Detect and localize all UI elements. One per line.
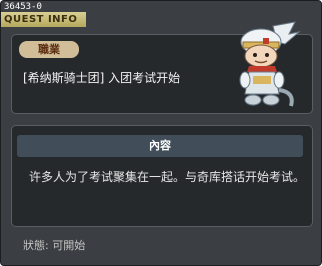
quest-id: 36453-0 xyxy=(4,2,42,12)
npc-portrait-icon xyxy=(239,21,301,107)
quest-category-badge: 職業 xyxy=(19,41,79,58)
window-title: QUEST INFO xyxy=(1,12,86,27)
quest-info-window: 36453-0 QUEST INFO 職業 [希纳斯骑士团] 入团考试开始 內容… xyxy=(0,0,322,266)
quest-description: 许多人为了考试聚集在一起。与奇库搭话开始考试。 xyxy=(29,170,306,184)
quest-name: [希纳斯骑士团] 入团考试开始 xyxy=(23,71,181,85)
quest-status: 狀態: 可開始 xyxy=(23,239,86,252)
content-header: 內容 xyxy=(17,135,303,157)
